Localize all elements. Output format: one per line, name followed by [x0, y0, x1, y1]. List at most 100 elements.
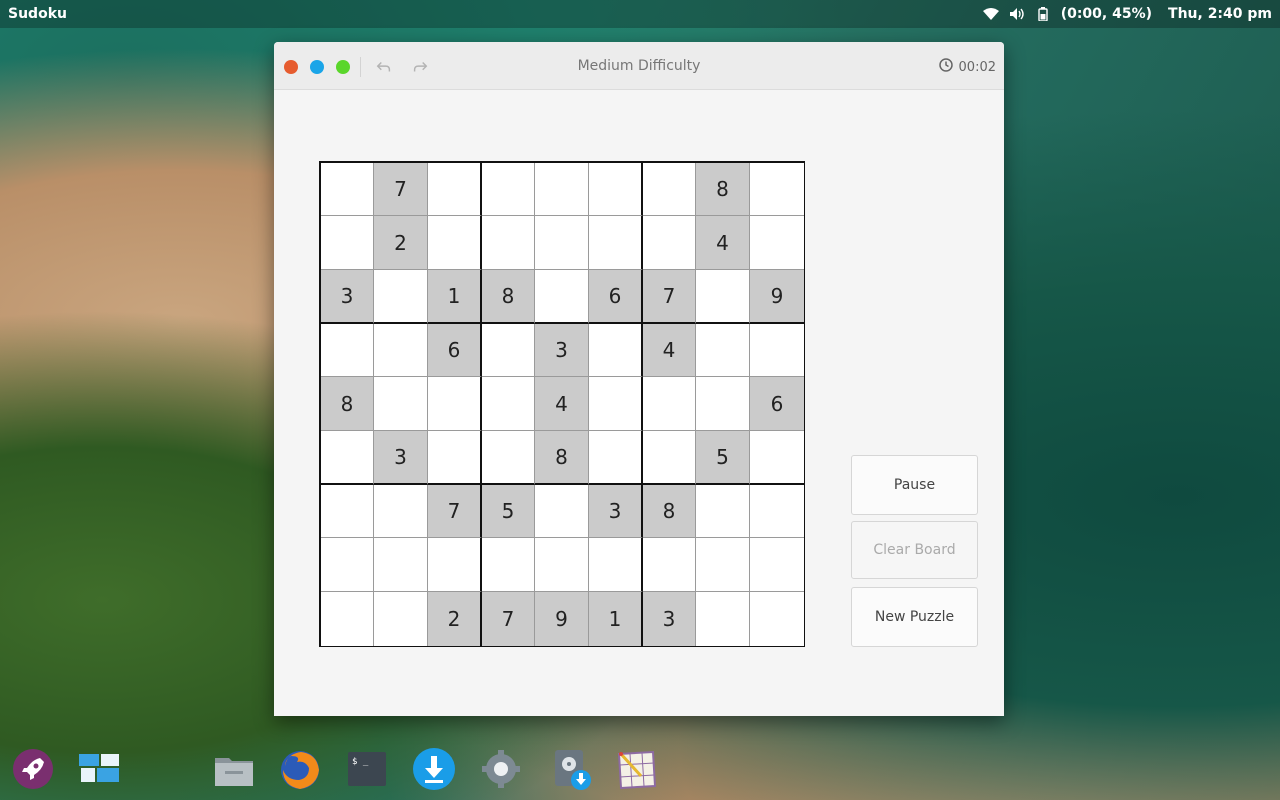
sudoku-cell-r1c4[interactable] — [482, 163, 535, 216]
panel-datetime[interactable]: Thu, 2:40 pm — [1168, 6, 1272, 22]
clear-board-button[interactable]: Clear Board — [851, 521, 978, 579]
sudoku-cell-r7c1[interactable] — [321, 485, 374, 538]
sudoku-cell-r4c2[interactable] — [374, 324, 428, 377]
dock: $ _ — [0, 740, 1280, 800]
sudoku-cell-r5c9[interactable]: 6 — [750, 377, 804, 431]
sudoku-cell-r3c9[interactable]: 9 — [750, 270, 804, 324]
sudoku-cell-r1c7[interactable] — [643, 163, 696, 216]
files-folder-icon[interactable] — [210, 745, 258, 793]
sudoku-cell-r2c1[interactable] — [321, 216, 374, 270]
sudoku-cell-r2c6[interactable] — [589, 216, 643, 270]
sudoku-cell-r5c5[interactable]: 4 — [535, 377, 589, 431]
sudoku-cell-r4c3[interactable]: 6 — [428, 324, 482, 377]
sudoku-cell-r9c3[interactable]: 2 — [428, 592, 482, 646]
sudoku-cell-r6c5[interactable]: 8 — [535, 431, 589, 485]
sudoku-cell-r4c5[interactable]: 3 — [535, 324, 589, 377]
sudoku-cell-r6c8[interactable]: 5 — [696, 431, 750, 485]
sudoku-cell-r9c1[interactable] — [321, 592, 374, 646]
terminal-icon[interactable]: $ _ — [343, 745, 391, 793]
sudoku-cell-r1c6[interactable] — [589, 163, 643, 216]
panel-app-name[interactable]: Sudoku — [8, 6, 67, 22]
sudoku-cell-r8c2[interactable] — [374, 538, 428, 592]
sudoku-cell-r2c2[interactable]: 2 — [374, 216, 428, 270]
sudoku-cell-r9c9[interactable] — [750, 592, 804, 646]
sudoku-cell-r6c4[interactable] — [482, 431, 535, 485]
sudoku-cell-r3c1[interactable]: 3 — [321, 270, 374, 324]
sudoku-cell-r8c8[interactable] — [696, 538, 750, 592]
sudoku-cell-r3c4[interactable]: 8 — [482, 270, 535, 324]
sudoku-cell-r6c1[interactable] — [321, 431, 374, 485]
sudoku-cell-r9c8[interactable] — [696, 592, 750, 646]
sudoku-cell-r7c4[interactable]: 5 — [482, 485, 535, 538]
sudoku-cell-r1c1[interactable] — [321, 163, 374, 216]
sudoku-cell-r2c3[interactable] — [428, 216, 482, 270]
sudoku-cell-r6c7[interactable] — [643, 431, 696, 485]
pause-button[interactable]: Pause — [851, 455, 978, 515]
sudoku-cell-r2c7[interactable] — [643, 216, 696, 270]
sudoku-cell-r3c8[interactable] — [696, 270, 750, 324]
sudoku-cell-r9c2[interactable] — [374, 592, 428, 646]
sudoku-cell-r7c7[interactable]: 8 — [643, 485, 696, 538]
sudoku-cell-r9c5[interactable]: 9 — [535, 592, 589, 646]
sudoku-cell-r7c9[interactable] — [750, 485, 804, 538]
sudoku-cell-r4c4[interactable] — [482, 324, 535, 377]
sudoku-cell-r9c7[interactable]: 3 — [643, 592, 696, 646]
sudoku-cell-r8c6[interactable] — [589, 538, 643, 592]
battery-icon[interactable] — [1035, 7, 1051, 21]
sudoku-cell-r3c6[interactable]: 6 — [589, 270, 643, 324]
sudoku-cell-r1c5[interactable] — [535, 163, 589, 216]
sudoku-cell-r1c2[interactable]: 7 — [374, 163, 428, 216]
sudoku-cell-r5c4[interactable] — [482, 377, 535, 431]
sudoku-cell-r4c6[interactable] — [589, 324, 643, 377]
sudoku-cell-r3c2[interactable] — [374, 270, 428, 324]
sudoku-cell-r1c9[interactable] — [750, 163, 804, 216]
sudoku-cell-r3c7[interactable]: 7 — [643, 270, 696, 324]
sudoku-cell-r7c2[interactable] — [374, 485, 428, 538]
sudoku-app-icon[interactable] — [612, 745, 660, 793]
sudoku-cell-r6c3[interactable] — [428, 431, 482, 485]
sudoku-cell-r3c3[interactable]: 1 — [428, 270, 482, 324]
sudoku-cell-r2c5[interactable] — [535, 216, 589, 270]
sudoku-cell-r5c3[interactable] — [428, 377, 482, 431]
sudoku-cell-r5c7[interactable] — [643, 377, 696, 431]
rocket-launcher-icon[interactable] — [9, 745, 57, 793]
sudoku-cell-r3c5[interactable] — [535, 270, 589, 324]
wifi-icon[interactable] — [982, 7, 999, 21]
sudoku-cell-r8c5[interactable] — [535, 538, 589, 592]
sudoku-cell-r5c2[interactable] — [374, 377, 428, 431]
sudoku-cell-r8c4[interactable] — [482, 538, 535, 592]
sudoku-cell-r1c8[interactable]: 8 — [696, 163, 750, 216]
sudoku-cell-r6c2[interactable]: 3 — [374, 431, 428, 485]
sudoku-cell-r2c8[interactable]: 4 — [696, 216, 750, 270]
sudoku-cell-r6c6[interactable] — [589, 431, 643, 485]
sudoku-cell-r6c9[interactable] — [750, 431, 804, 485]
sudoku-cell-r5c8[interactable] — [696, 377, 750, 431]
sudoku-cell-r8c7[interactable] — [643, 538, 696, 592]
sudoku-cell-r8c1[interactable] — [321, 538, 374, 592]
firefox-icon[interactable] — [276, 745, 324, 793]
sudoku-cell-r4c7[interactable]: 4 — [643, 324, 696, 377]
sudoku-cell-r7c5[interactable] — [535, 485, 589, 538]
sudoku-cell-r5c1[interactable]: 8 — [321, 377, 374, 431]
sudoku-cell-r7c3[interactable]: 7 — [428, 485, 482, 538]
sudoku-cell-r1c3[interactable] — [428, 163, 482, 216]
sudoku-cell-r5c6[interactable] — [589, 377, 643, 431]
sudoku-cell-r9c4[interactable]: 7 — [482, 592, 535, 646]
installer-icon[interactable] — [546, 745, 594, 793]
sudoku-cell-r4c9[interactable] — [750, 324, 804, 377]
settings-gear-icon[interactable] — [477, 745, 525, 793]
sudoku-cell-r2c9[interactable] — [750, 216, 804, 270]
sudoku-cell-r4c8[interactable] — [696, 324, 750, 377]
volume-icon[interactable] — [1009, 7, 1025, 21]
multitasking-view-icon[interactable] — [75, 745, 123, 793]
battery-status[interactable]: (0:00, 45%) — [1061, 6, 1152, 22]
sudoku-cell-r8c3[interactable] — [428, 538, 482, 592]
sudoku-cell-r8c9[interactable] — [750, 538, 804, 592]
new-puzzle-button[interactable]: New Puzzle — [851, 587, 978, 647]
sudoku-cell-r7c6[interactable]: 3 — [589, 485, 643, 538]
sudoku-cell-r7c8[interactable] — [696, 485, 750, 538]
sudoku-cell-r4c1[interactable] — [321, 324, 374, 377]
sudoku-cell-r2c4[interactable] — [482, 216, 535, 270]
sudoku-cell-r9c6[interactable]: 1 — [589, 592, 643, 646]
download-manager-icon[interactable] — [410, 745, 458, 793]
